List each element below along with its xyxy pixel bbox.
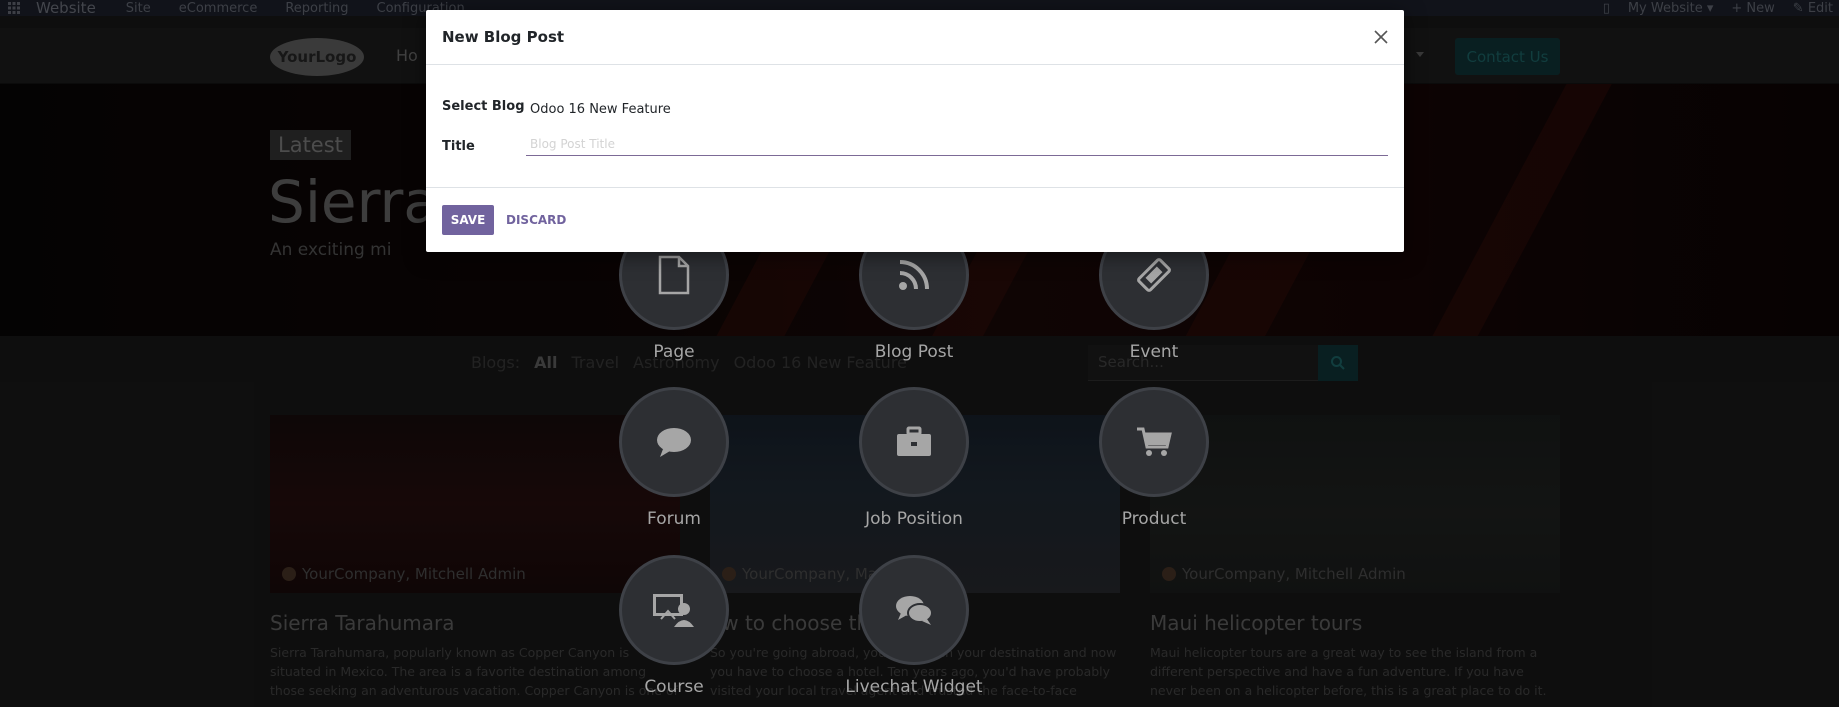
dialog-header: New Blog Post xyxy=(426,10,1404,65)
new-content-course-label: Course xyxy=(644,677,704,697)
new-content-product[interactable]: Product xyxy=(1044,387,1264,529)
close-button[interactable] xyxy=(1370,26,1392,48)
new-content-product-label: Product xyxy=(1121,509,1187,529)
new-blog-post-dialog: New Blog Post Select Blog Odoo 16 New Fe… xyxy=(426,10,1404,252)
new-content-blog-post-label: Blog Post xyxy=(874,342,954,362)
dialog-body: Select Blog Odoo 16 New Feature Title xyxy=(426,65,1404,188)
new-content-forum[interactable]: Forum xyxy=(564,387,784,529)
chat-bubbles-icon xyxy=(896,596,933,625)
new-content-course[interactable]: Course xyxy=(564,555,784,697)
briefcase-icon xyxy=(897,426,931,456)
new-content-livechat-widget[interactable]: Livechat Widget xyxy=(804,555,1024,697)
title-input[interactable] xyxy=(526,132,1388,156)
close-icon xyxy=(1374,30,1388,44)
discard-button[interactable]: DISCARD xyxy=(506,205,566,235)
new-content-forum-circle[interactable] xyxy=(619,387,729,497)
chat-bubble-icon xyxy=(657,428,691,457)
select-blog-label: Select Blog xyxy=(442,99,525,114)
new-content-job-position[interactable]: Job Position xyxy=(804,387,1024,529)
new-content-product-circle[interactable] xyxy=(1099,387,1209,497)
new-content-job-position-circle[interactable] xyxy=(859,387,969,497)
select-blog-field[interactable]: Odoo 16 New Feature xyxy=(530,102,671,117)
rss-icon xyxy=(899,260,929,290)
file-icon xyxy=(658,255,690,295)
ticket-icon xyxy=(1137,258,1171,292)
dialog-footer: SAVE DISCARD xyxy=(426,188,1404,251)
new-content-livechat-widget-circle[interactable] xyxy=(859,555,969,665)
new-content-course-circle[interactable] xyxy=(619,555,729,665)
new-content-forum-label: Forum xyxy=(647,509,701,529)
course-icon xyxy=(653,594,694,627)
new-content-job-position-label: Job Position xyxy=(865,509,963,529)
save-button[interactable]: SAVE xyxy=(442,205,494,235)
new-content-page-label: Page xyxy=(653,342,695,362)
title-label: Title xyxy=(442,139,475,154)
shopping-cart-icon xyxy=(1137,427,1172,456)
new-content-livechat-widget-label: Livechat Widget xyxy=(845,677,983,697)
new-content-event-label: Event xyxy=(1129,342,1179,362)
dialog-title: New Blog Post xyxy=(442,28,565,46)
